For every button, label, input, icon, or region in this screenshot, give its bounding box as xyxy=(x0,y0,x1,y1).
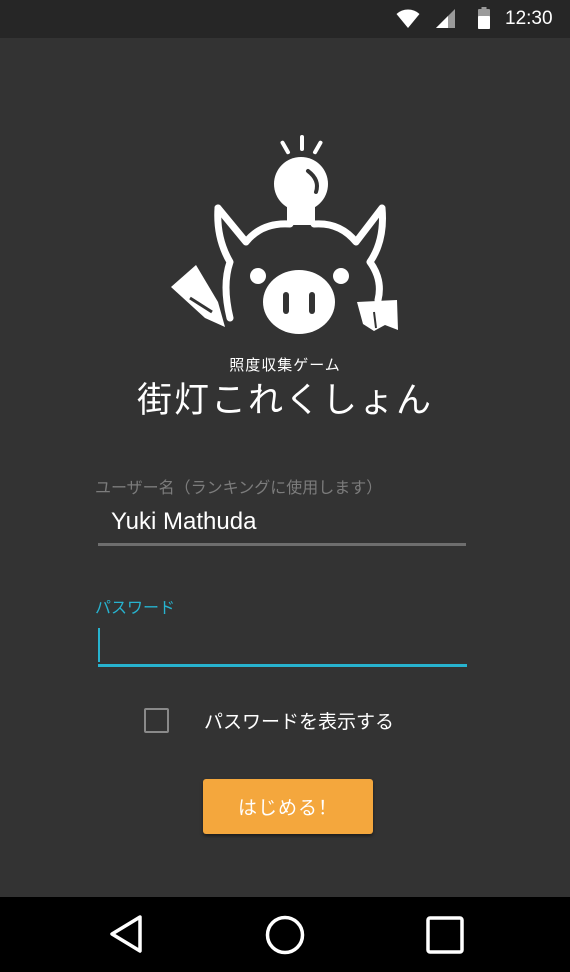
username-underline xyxy=(98,543,466,546)
start-button[interactable]: はじめる！ xyxy=(203,779,373,834)
navigation-bar xyxy=(0,897,570,972)
password-label: パスワード xyxy=(95,598,176,617)
status-time: 12:30 xyxy=(505,8,553,29)
home-icon[interactable] xyxy=(264,914,306,956)
username-label: ユーザー名（ランキングに使用します） xyxy=(95,478,383,497)
wifi-icon xyxy=(396,9,420,28)
cell-signal-icon xyxy=(436,9,455,28)
show-password-checkbox[interactable] xyxy=(144,708,169,733)
back-icon[interactable] xyxy=(108,914,144,954)
text-cursor xyxy=(98,628,100,662)
show-password-label[interactable]: パスワードを表示する xyxy=(204,707,394,734)
status-bar: 12:30 xyxy=(0,0,570,38)
recents-icon[interactable] xyxy=(425,915,465,955)
app-title: 街灯これくしょん xyxy=(136,381,433,421)
username-field[interactable]: Yuki Mathuda xyxy=(111,508,256,536)
boar-lightbulb-logo xyxy=(171,135,398,334)
password-field[interactable] xyxy=(98,624,467,667)
battery-icon xyxy=(478,7,490,29)
